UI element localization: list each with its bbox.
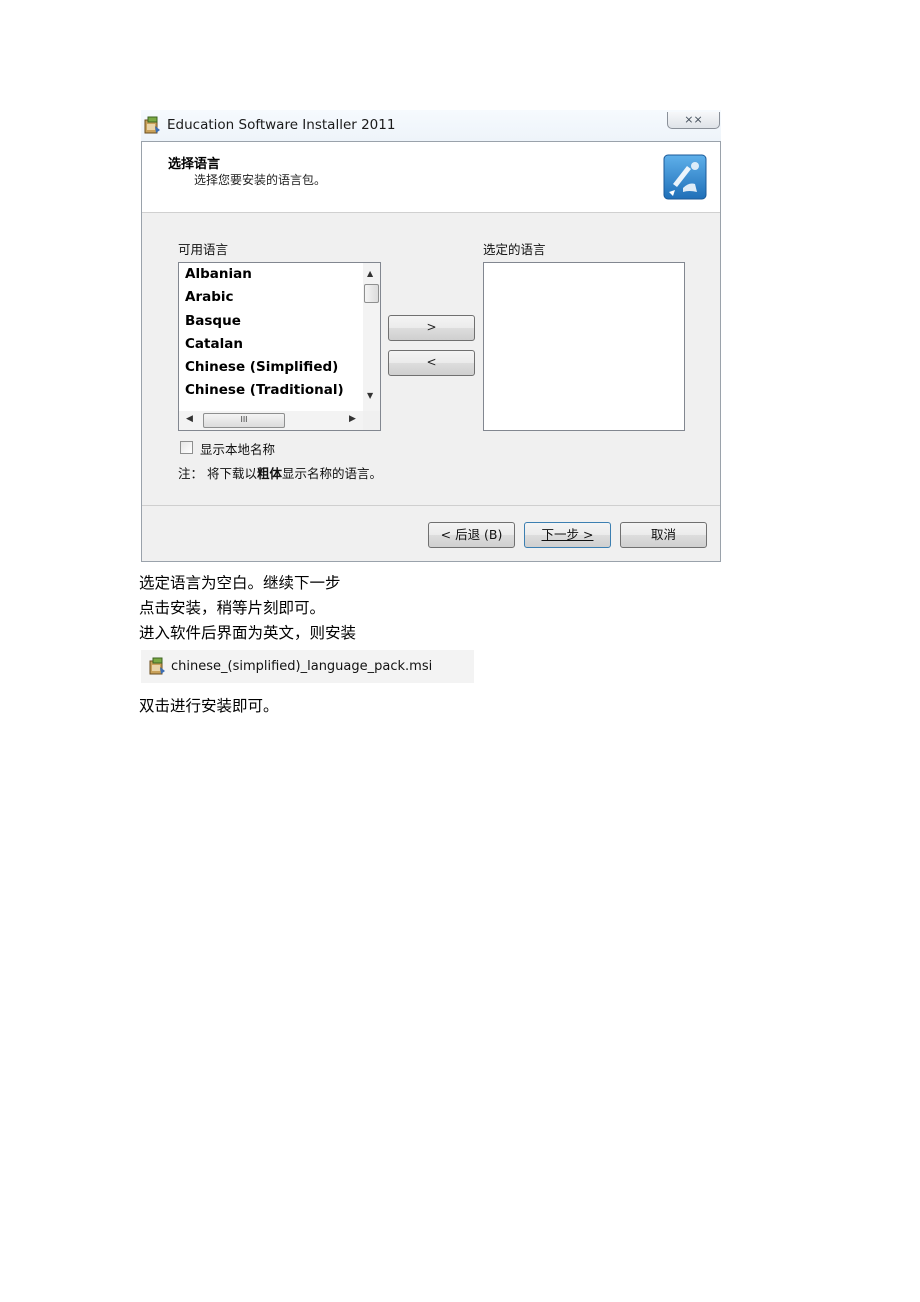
list-item[interactable]: Chinese (Traditional)	[185, 382, 344, 398]
list-item[interactable]: Albanian	[185, 266, 252, 282]
available-languages-list[interactable]: Albanian Arabic Basque Catalan Chinese (…	[178, 262, 381, 431]
msi-file-item[interactable]: chinese_(simplified)_language_pack.msi	[141, 650, 474, 683]
horizontal-scroll-thumb[interactable]: III	[203, 413, 285, 428]
show-native-names-label: 显示本地名称	[200, 442, 276, 457]
scroll-left-icon[interactable]: ◀	[186, 414, 193, 424]
close-button[interactable]: ⨯⨯	[667, 112, 720, 129]
download-note: 注： 将下载以粗体显示名称的语言。	[178, 463, 382, 482]
note-bold: 粗体	[256, 466, 282, 481]
list-item[interactable]: Chinese (Simplified)	[185, 359, 338, 375]
available-languages-label: 可用语言	[178, 242, 229, 257]
page-subtitle: 选择您要安装的语言包。	[194, 173, 327, 187]
add-language-button[interactable]: >	[388, 315, 475, 341]
selected-languages-list[interactable]	[483, 262, 685, 431]
note-suffix: 显示名称的语言。	[282, 466, 383, 481]
selected-languages-label: 选定的语言	[483, 242, 546, 257]
next-button[interactable]: 下一步 >	[524, 522, 611, 548]
horizontal-scrollbar[interactable]: ◀ III ▶	[179, 411, 365, 430]
dialog-body: 选择语言 选择您要安装的语言包。 可用语言 选定的语言 Albanian Ara…	[141, 141, 721, 562]
list-item[interactable]: Basque	[185, 313, 241, 329]
wizard-header: 选择语言 选择您要安装的语言包。	[142, 142, 720, 213]
doc-line-2: 点击安装，稍等片刻即可。	[139, 599, 326, 617]
title-bar: Education Software Installer 2011 ⨯⨯	[141, 110, 721, 141]
list-item[interactable]: Arabic	[185, 289, 234, 305]
next-button-label: 下一步 >	[541, 527, 594, 542]
scroll-right-icon[interactable]: ▶	[349, 414, 356, 424]
msi-package-icon	[149, 657, 165, 675]
doc-line-4: 双击进行安装即可。	[139, 697, 279, 715]
list-item[interactable]: Catalan	[185, 336, 243, 352]
vertical-scroll-thumb[interactable]	[364, 284, 379, 303]
scrollbar-corner	[363, 411, 380, 430]
page-title: 选择语言	[168, 157, 221, 172]
back-button[interactable]: < 后退 (B)	[428, 522, 515, 548]
doc-line-1: 选定语言为空白。继续下一步	[139, 574, 341, 592]
installer-dialog: Education Software Installer 2011 ⨯⨯ 选择语…	[141, 110, 721, 562]
remove-language-button[interactable]: <	[388, 350, 475, 376]
scroll-down-icon[interactable]: ▼	[367, 391, 373, 400]
cancel-button[interactable]: 取消	[620, 522, 707, 548]
close-icon: ⨯⨯	[684, 113, 703, 126]
vertical-scrollbar[interactable]: ▲ ▼	[363, 263, 380, 411]
show-native-names-checkbox[interactable]	[180, 441, 193, 454]
doc-line-3: 进入软件后界面为英文，则安装	[139, 624, 357, 642]
installer-icon	[144, 116, 160, 134]
msi-file-name: chinese_(simplified)_language_pack.msi	[171, 659, 433, 674]
window-title: Education Software Installer 2011	[167, 117, 396, 133]
footer-divider	[142, 505, 720, 506]
note-prefix: 注： 将下载以	[178, 466, 257, 481]
scroll-up-icon[interactable]: ▲	[367, 269, 373, 278]
language-wizard-icon	[663, 154, 707, 200]
